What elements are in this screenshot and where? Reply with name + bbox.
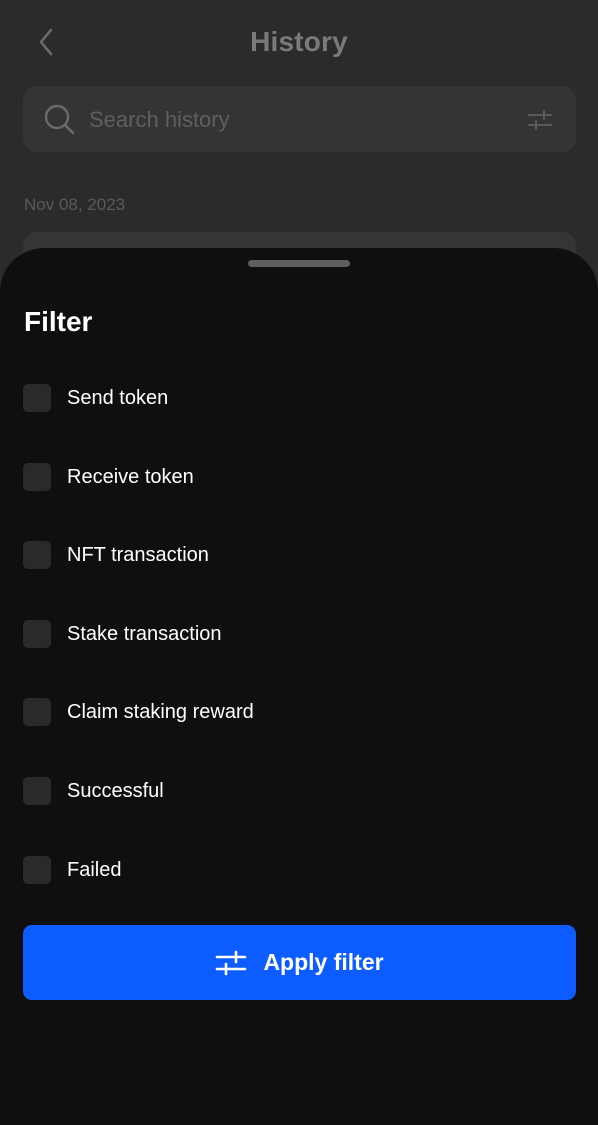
filter-option-label: Successful [67, 779, 164, 802]
filter-option-stake-transaction[interactable]: Stake transaction [23, 618, 222, 650]
checkbox[interactable] [23, 777, 51, 805]
filter-option-nft-transaction[interactable]: NFT transaction [23, 539, 209, 571]
filter-option-receive-token[interactable]: Receive token [23, 461, 194, 493]
checkbox[interactable] [23, 463, 51, 491]
filter-option-label: Receive token [67, 465, 194, 488]
checkbox[interactable] [23, 541, 51, 569]
filter-title: Filter [24, 306, 93, 337]
filter-sheet: Filter Send token Receive token NFT tran… [0, 248, 598, 1125]
filter-option-label: Failed [67, 858, 122, 881]
page-title: History [250, 26, 348, 57]
search-bar[interactable] [23, 86, 576, 152]
sliders-icon [216, 950, 247, 975]
drag-handle[interactable] [248, 260, 350, 267]
apply-filter-button[interactable]: Apply filter [23, 925, 576, 1000]
filter-option-label: Claim staking reward [67, 700, 254, 723]
history-screen: History Nov 08, 2023 Filter Send token R… [0, 0, 598, 1125]
apply-filter-label: Apply filter [263, 949, 384, 975]
filter-option-claim-staking-reward[interactable]: Claim staking reward [23, 696, 254, 728]
checkbox[interactable] [23, 620, 51, 648]
checkbox[interactable] [23, 384, 51, 412]
top-bar: History [0, 0, 598, 88]
filter-option-label: Stake transaction [67, 622, 222, 645]
filter-option-failed[interactable]: Failed [23, 854, 121, 886]
search-icon [44, 104, 75, 135]
filter-option-successful[interactable]: Successful [23, 775, 164, 807]
date-group-label: Nov 08, 2023 [24, 195, 126, 214]
filter-option-send-token[interactable]: Send token [23, 382, 168, 414]
filter-option-label: NFT transaction [67, 543, 209, 566]
search-input[interactable] [87, 104, 491, 136]
sliders-icon[interactable] [526, 106, 554, 134]
filter-option-label: Send token [67, 386, 169, 409]
checkbox[interactable] [23, 856, 51, 884]
checkbox[interactable] [23, 698, 51, 726]
